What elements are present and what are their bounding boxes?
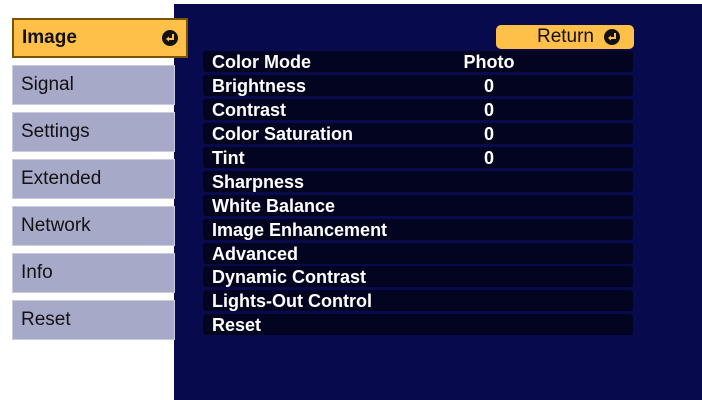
tab-label: Extended: [21, 168, 102, 189]
tab-label: Image: [22, 27, 77, 48]
setting-label: White Balance: [212, 196, 336, 216]
setting-label: Reset: [212, 315, 262, 335]
tab-settings[interactable]: Settings: [12, 112, 175, 152]
setting-label: Lights-Out Control: [212, 291, 372, 311]
return-button[interactable]: Return: [496, 25, 634, 49]
enter-arrow-icon: [604, 29, 620, 45]
setting-label: Contrast: [212, 100, 287, 120]
tab-extended[interactable]: Extended: [12, 159, 175, 199]
tab-label: Settings: [21, 121, 90, 142]
tab-signal[interactable]: Signal: [12, 65, 175, 105]
tab-label: Info: [21, 262, 53, 283]
enter-arrow-icon: [162, 30, 178, 46]
tab-image[interactable]: Image: [12, 18, 188, 58]
setting-row-dynamic-contrast[interactable]: Dynamic Contrast: [203, 266, 633, 287]
return-label: Return: [536, 26, 594, 47]
setting-row-advanced[interactable]: Advanced: [203, 243, 633, 264]
setting-row-brightness[interactable]: Brightness 0: [203, 75, 633, 96]
setting-label: Dynamic Contrast: [212, 267, 367, 287]
setting-row-contrast[interactable]: Contrast 0: [203, 99, 633, 120]
setting-label: Color Saturation: [212, 124, 354, 144]
setting-row-sharpness[interactable]: Sharpness: [203, 171, 633, 192]
setting-label: Tint: [212, 148, 245, 168]
setting-row-color-mode[interactable]: Color Mode Photo: [203, 51, 633, 72]
tab-network[interactable]: Network: [12, 206, 175, 246]
tab-label: Reset: [21, 309, 71, 330]
setting-label: Image Enhancement: [212, 220, 388, 240]
tab-reset[interactable]: Reset: [12, 300, 175, 340]
tab-label: Network: [21, 215, 91, 236]
setting-row-reset[interactable]: Reset: [203, 314, 633, 335]
setting-label: Sharpness: [212, 172, 305, 192]
setting-row-tint[interactable]: Tint 0: [203, 147, 633, 168]
setting-row-white-balance[interactable]: White Balance: [203, 195, 633, 216]
tab-label: Signal: [21, 74, 74, 95]
setting-row-lights-out-control[interactable]: Lights-Out Control: [203, 290, 633, 311]
setting-row-image-enhancement[interactable]: Image Enhancement: [203, 219, 633, 240]
setting-label: Color Mode: [212, 52, 311, 72]
tab-info[interactable]: Info: [12, 253, 175, 293]
setting-label: Brightness: [212, 76, 307, 96]
setting-label: Advanced: [212, 244, 299, 264]
setting-row-color-saturation[interactable]: Color Saturation 0: [203, 123, 633, 144]
